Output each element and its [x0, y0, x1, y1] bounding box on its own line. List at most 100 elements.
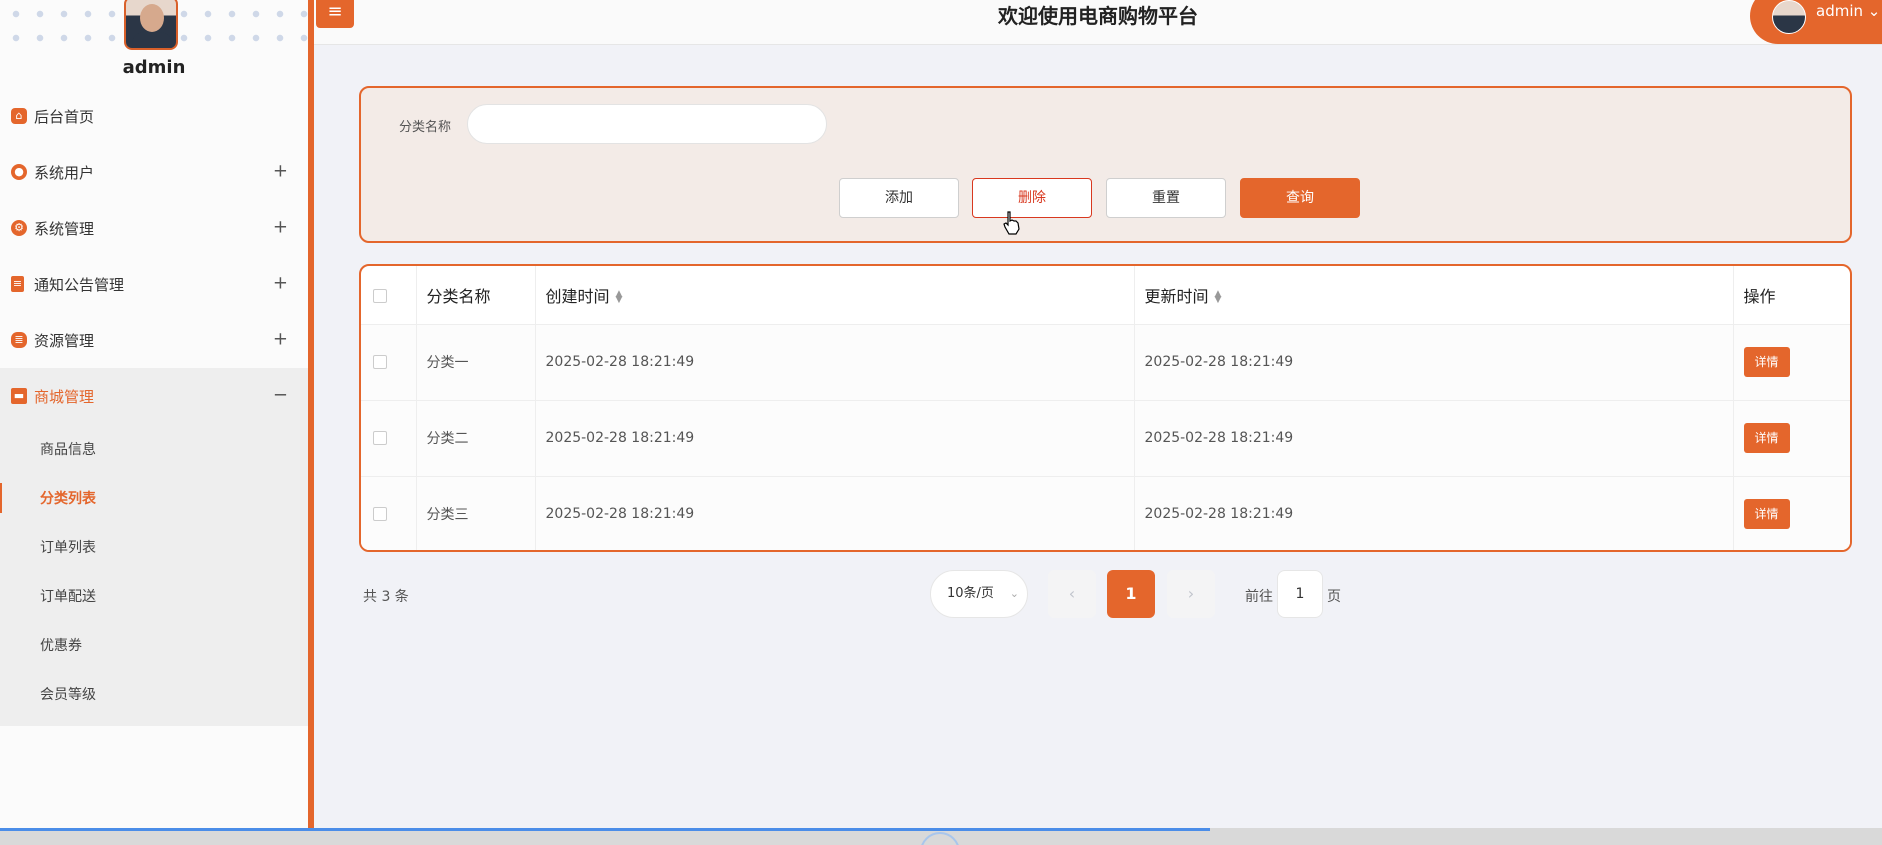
subitem-label: 订单配送: [40, 588, 96, 605]
row-checkbox[interactable]: [373, 507, 387, 522]
minus-icon[interactable]: −: [273, 384, 288, 405]
column-header-label: 创建时间: [545, 286, 610, 306]
subitem-label: 订单列表: [40, 539, 96, 556]
sidebar-subitem-coupons[interactable]: 优惠券: [0, 620, 308, 669]
sidebar-item-label: 后台首页: [34, 107, 95, 126]
user-name-text: admin: [1816, 2, 1863, 20]
sidebar-item-home[interactable]: ⌂ 后台首页: [0, 88, 308, 144]
reset-button[interactable]: 重置: [1106, 178, 1226, 218]
sidebar-item-shop-management[interactable]: ▬ 商城管理 −: [0, 368, 308, 424]
database-icon: ≣: [11, 332, 27, 348]
delete-button[interactable]: 删除: [972, 178, 1092, 218]
add-button[interactable]: 添加: [839, 178, 959, 218]
subitem-label: 商品信息: [40, 441, 96, 458]
sidebar-item-system-management[interactable]: ⚙ 系统管理 +: [0, 200, 308, 256]
sidebar-subitem-product-info[interactable]: 商品信息: [0, 424, 308, 473]
search-panel: 分类名称 添加 删除 重置 查询: [359, 86, 1852, 243]
sidebar-item-label: 系统管理: [34, 219, 95, 238]
chevron-right-icon: ›: [1187, 584, 1195, 603]
sidebar-subitem-member-levels[interactable]: 会员等级: [0, 669, 308, 718]
next-page-button[interactable]: ›: [1167, 570, 1215, 618]
user-avatar: [1772, 0, 1806, 34]
sidebar-item-system-users[interactable]: ● 系统用户 +: [0, 144, 308, 200]
sidebar-item-resource-management[interactable]: ≣ 资源管理 +: [0, 312, 308, 368]
page-size-value: 10条/页: [947, 586, 994, 601]
sidebar: admin ⌂ 后台首页 ● 系统用户 + ⚙ 系统管理 + ≡ 通知公告管理 …: [0, 0, 314, 845]
column-header-name: 分类名称: [416, 266, 536, 325]
table-row: 分类二 2025-02-28 18:21:49 2025-02-28 18:21…: [361, 400, 1850, 477]
sidebar-subitem-category-list[interactable]: 分类列表: [0, 473, 308, 522]
column-header-label: 更新时间: [1144, 286, 1209, 306]
notice-icon: ≡: [11, 276, 24, 292]
detail-button[interactable]: 详情: [1743, 423, 1790, 453]
sidebar-item-label: 商城管理: [34, 387, 95, 406]
subitem-label: 优惠券: [40, 637, 82, 654]
plus-icon[interactable]: +: [273, 160, 288, 181]
sidebar-menu: ⌂ 后台首页 ● 系统用户 + ⚙ 系统管理 + ≡ 通知公告管理 + ≣ 资源…: [0, 88, 308, 726]
sidebar-subitem-order-list[interactable]: 订单列表: [0, 522, 308, 571]
row-checkbox[interactable]: [373, 355, 387, 369]
top-header: ≡ 欢迎使用电商购物平台 admin ⌄: [314, 0, 1882, 45]
cell-name: 分类一: [416, 324, 536, 401]
sort-icon[interactable]: ▲ ▼: [1215, 290, 1222, 305]
cell-updated: 2025-02-28 18:21:49: [1134, 476, 1734, 550]
goto-suffix: 页: [1327, 589, 1341, 605]
plus-icon[interactable]: +: [273, 216, 288, 237]
category-table: 分类名称 创建时间 ▲ ▼ 更新时间 ▲ ▼ 操作 分类一 2025-02-28 18:…: [359, 264, 1852, 552]
select-all-checkbox[interactable]: [373, 288, 387, 303]
settings-icon: ⚙: [11, 220, 27, 236]
page-number-button[interactable]: 1: [1107, 570, 1155, 618]
page-size-select[interactable]: 10条/页 ⌄: [930, 570, 1028, 618]
circle-icon: [920, 832, 960, 845]
sidebar-item-label: 系统用户: [34, 163, 95, 182]
sidebar-item-label: 资源管理: [34, 331, 95, 350]
detail-button[interactable]: 详情: [1743, 499, 1790, 530]
pagination-total: 共 3 条: [363, 589, 409, 605]
cell-updated: 2025-02-28 18:21:49: [1134, 324, 1734, 401]
sort-icon[interactable]: ▲ ▼: [616, 290, 623, 305]
cell-created: 2025-02-28 18:21:49: [535, 476, 1135, 550]
goto-page-input[interactable]: 1: [1277, 570, 1323, 618]
user-icon: ●: [11, 164, 27, 180]
cell-name: 分类二: [416, 400, 536, 477]
column-header-actions: 操作: [1733, 266, 1850, 325]
bottom-status-bar: [0, 828, 1882, 845]
shop-icon: ▬: [11, 388, 27, 404]
subitem-label: 会员等级: [40, 686, 96, 703]
query-button[interactable]: 查询: [1240, 178, 1360, 218]
subitem-label: 分类列表: [40, 490, 96, 507]
cell-created: 2025-02-28 18:21:49: [535, 400, 1135, 477]
cell-updated: 2025-02-28 18:21:49: [1134, 400, 1734, 477]
goto-label: 前往: [1245, 589, 1273, 605]
sidebar-username: admin: [122, 57, 186, 78]
detail-button[interactable]: 详情: [1743, 347, 1790, 377]
plus-icon[interactable]: +: [273, 272, 288, 293]
sidebar-subitem-order-delivery[interactable]: 订单配送: [0, 571, 308, 620]
home-icon: ⌂: [11, 108, 27, 124]
table-row: 分类三 2025-02-28 18:21:49 2025-02-28 18:21…: [361, 476, 1850, 550]
prev-page-button[interactable]: ‹: [1048, 570, 1096, 618]
chevron-down-icon: ⌄: [1867, 2, 1881, 20]
row-checkbox[interactable]: [373, 431, 387, 445]
table-header-row: 分类名称 创建时间 ▲ ▼ 更新时间 ▲ ▼ 操作: [361, 266, 1850, 325]
table-row: 分类一 2025-02-28 18:21:49 2025-02-28 18:21…: [361, 324, 1850, 401]
column-header-created[interactable]: 创建时间 ▲ ▼: [535, 266, 1135, 325]
category-name-label: 分类名称: [399, 120, 452, 135]
sidebar-item-notice-management[interactable]: ≡ 通知公告管理 +: [0, 256, 308, 312]
category-name-input[interactable]: [467, 104, 827, 144]
avatar-face: [140, 4, 164, 32]
user-menu[interactable]: admin ⌄: [1750, 0, 1882, 44]
admin-avatar[interactable]: [124, 0, 178, 50]
loading-progress: [0, 828, 1210, 831]
cell-created: 2025-02-28 18:21:49: [535, 324, 1135, 401]
chevron-down-icon: ⌄: [1009, 587, 1019, 600]
hand-cursor-icon: [1003, 211, 1020, 235]
plus-icon[interactable]: +: [273, 328, 288, 349]
shop-submenu: 商品信息 分类列表 订单列表 订单配送 优惠券 会员等级: [0, 424, 308, 726]
user-name: admin ⌄: [1816, 2, 1880, 20]
chevron-left-icon: ‹: [1068, 584, 1076, 603]
avatar-suit: [132, 32, 172, 48]
column-header-updated[interactable]: 更新时间 ▲ ▼: [1134, 266, 1734, 325]
cell-name: 分类三: [416, 476, 536, 550]
sidebar-item-label: 通知公告管理: [34, 275, 125, 294]
